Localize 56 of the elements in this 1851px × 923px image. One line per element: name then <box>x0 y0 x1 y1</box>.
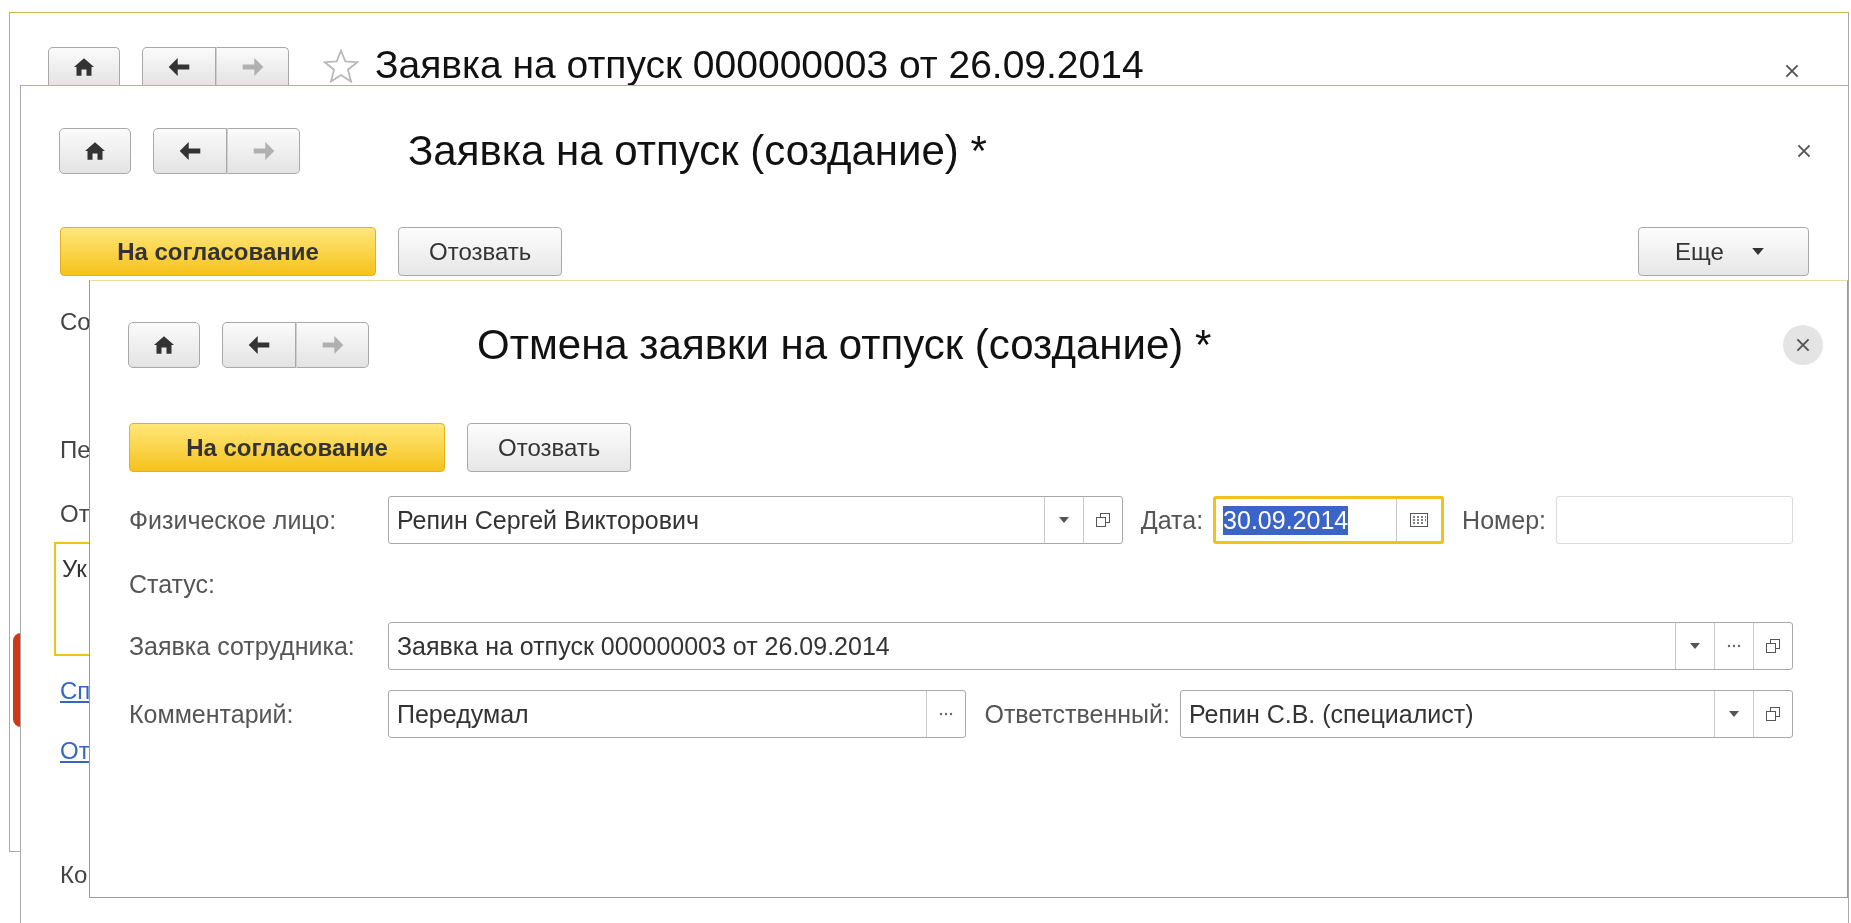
home-icon <box>85 141 105 160</box>
window-title: Заявка на отпуск 000000003 от 26.09.2014 <box>375 43 1144 87</box>
submit-button[interactable]: На согласование <box>129 423 445 472</box>
recall-button[interactable]: Отозвать <box>467 423 632 472</box>
home-icon <box>74 57 94 76</box>
home-button[interactable] <box>59 127 131 174</box>
ellipsis-icon <box>939 712 954 716</box>
field-label: Дата: <box>1140 505 1204 535</box>
recall-button[interactable]: Отозвать <box>398 227 563 276</box>
date-field[interactable]: 30.09.2014 <box>1213 496 1445 544</box>
open-icon <box>1094 512 1111 528</box>
field-label: Статус: <box>129 569 216 599</box>
field-label: Номер: <box>1462 505 1546 535</box>
link[interactable]: От <box>60 739 90 763</box>
window-title: Заявка на отпуск (создание) * <box>408 126 987 175</box>
text-field[interactable]: Передумал <box>388 690 967 738</box>
back-arrow-icon <box>179 141 201 160</box>
forward-arrow-icon <box>241 57 264 76</box>
combo-field[interactable]: Репин Сергей Викторович <box>388 496 1123 544</box>
caret-icon <box>1058 517 1069 523</box>
back-button[interactable] <box>142 47 216 85</box>
home-button[interactable] <box>48 47 120 85</box>
close-button[interactable] <box>1783 324 1823 365</box>
home-icon <box>154 335 174 354</box>
field-label: Заявка сотрудника: <box>129 631 356 661</box>
close-icon <box>1797 143 1811 158</box>
star-icon[interactable] <box>323 49 359 83</box>
field-label: Со <box>60 310 91 334</box>
back-button[interactable] <box>153 127 227 174</box>
caret-icon <box>1751 248 1764 255</box>
back-arrow-icon <box>248 335 270 354</box>
field-label: Ответственный: <box>984 699 1170 729</box>
more-button[interactable]: Еще <box>1638 227 1809 276</box>
field-label: Физическое лицо: <box>129 505 338 535</box>
submit-button[interactable]: На согласование <box>60 227 376 276</box>
field-label: Пе <box>60 438 91 462</box>
open-icon <box>1765 706 1781 722</box>
caret-icon <box>1729 711 1739 717</box>
close-icon <box>1785 64 1799 78</box>
link[interactable]: Сп <box>60 679 91 703</box>
home-button[interactable] <box>128 321 200 368</box>
open-icon <box>1765 638 1781 654</box>
forward-arrow-icon <box>252 141 275 160</box>
field-label: Ко <box>60 863 88 887</box>
calendar-icon <box>1410 513 1429 527</box>
close-icon <box>1796 337 1810 352</box>
caret-icon <box>1690 643 1700 649</box>
combo-field[interactable]: Репин С.В. (специалист) <box>1179 690 1793 738</box>
field-label: Комментарий: <box>129 699 295 729</box>
field-label: От <box>60 502 90 526</box>
back-arrow-icon <box>168 57 190 76</box>
ellipsis-icon <box>1727 644 1741 648</box>
combo-field[interactable]: Заявка на отпуск 000000003 от 26.09.2014 <box>388 622 1793 670</box>
window-title: Отмена заявки на отпуск (создание) * <box>477 320 1212 369</box>
forward-arrow-icon <box>321 335 344 354</box>
back-button[interactable] <box>222 321 296 368</box>
